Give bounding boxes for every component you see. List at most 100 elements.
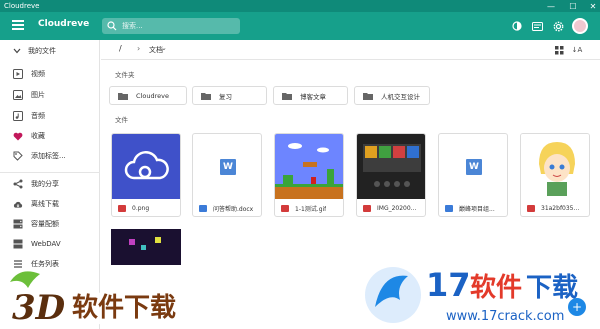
file-thumbnail-partial[interactable] — [111, 229, 181, 265]
sidebar-item-label: 容量配额 — [31, 220, 59, 228]
svg-text:软件: 软件 — [470, 273, 522, 303]
search-icon — [107, 21, 117, 31]
theme-toggle-icon[interactable] — [510, 19, 524, 33]
hamburger-menu-icon[interactable] — [12, 20, 24, 32]
svg-text:软件下载: 软件下载 — [72, 293, 176, 323]
upload-queue-icon[interactable] — [530, 19, 544, 33]
cloud-download-icon — [13, 199, 23, 209]
chevron-right-icon: › — [137, 44, 141, 53]
search-input[interactable] — [122, 20, 232, 32]
file-card[interactable]: W 巅峰项目组... — [438, 133, 508, 217]
file-thumbnail — [275, 134, 343, 199]
sidebar-item-my-files[interactable]: 我的文件 — [0, 42, 100, 60]
sidebar-item-image[interactable]: 图片 — [0, 86, 100, 104]
svg-text:下载: 下载 — [526, 273, 578, 303]
image-file-icon — [281, 205, 289, 212]
file-card-footer: 0.png — [112, 199, 180, 216]
audio-icon — [13, 111, 23, 121]
app-title: Cloudreve — [38, 19, 90, 29]
sidebar-item-my-shares[interactable]: 我的分享 — [0, 175, 100, 193]
folder-name: 博客文章 — [300, 92, 326, 101]
storage-icon — [13, 219, 23, 229]
folder-item[interactable]: 复习 — [192, 86, 267, 105]
sidebar-item-label: 图片 — [31, 91, 45, 99]
file-name: 巅峰项目组... — [459, 206, 495, 213]
folder-item[interactable]: Cloudreve — [109, 86, 187, 105]
folder-name: Cloudreve — [136, 91, 169, 100]
file-name: 31a2bf035... — [541, 205, 580, 212]
file-card[interactable]: 31a2bf035... — [520, 133, 590, 217]
webdav-icon — [13, 239, 23, 249]
share-icon — [13, 179, 23, 189]
watermark-3d-logo: 3D 软件下载 — [4, 271, 226, 328]
sidebar-item-label: 收藏 — [31, 132, 45, 140]
settings-gear-icon[interactable] — [551, 19, 565, 33]
sidebar-item-label: 我的文件 — [28, 47, 56, 55]
folder-name: 人机交互设计 — [381, 92, 420, 101]
image-file-icon — [527, 205, 535, 212]
file-card[interactable]: IMG_20200... — [356, 133, 426, 217]
sidebar-item-storage-quota[interactable]: 容量配额 — [0, 215, 100, 233]
folder-item[interactable]: 人机交互设计 — [354, 86, 430, 105]
sidebar-divider — [0, 172, 100, 173]
files-section-label: 文件 — [115, 116, 128, 124]
image-file-icon — [363, 205, 371, 212]
svg-text:www.17crack.com: www.17crack.com — [446, 309, 564, 324]
chevron-down-icon[interactable]: ⌄ — [161, 44, 167, 52]
breadcrumb-root[interactable]: / — [119, 44, 122, 53]
folder-icon — [118, 92, 128, 100]
heart-icon — [13, 131, 23, 141]
app-bar: Cloudreve — [0, 12, 600, 40]
file-name: IMG_20200... — [377, 205, 417, 212]
document-file-icon — [445, 205, 453, 212]
file-thumbnail — [112, 134, 180, 199]
svg-text:17: 17 — [426, 266, 471, 304]
file-card-footer: IMG_20200... — [357, 199, 425, 216]
sidebar-item-label: 音频 — [31, 112, 45, 120]
document-file-icon — [199, 205, 207, 212]
file-name: 1-1测试.gif — [295, 206, 327, 213]
word-document-icon: W — [220, 159, 236, 175]
window-titlebar: Cloudreve — [0, 0, 600, 12]
grid-view-icon[interactable] — [553, 44, 565, 56]
window-minimize-button[interactable]: — — [540, 0, 562, 12]
file-name: 问答帮助.docx — [213, 206, 254, 213]
image-file-icon — [118, 205, 126, 212]
folder-item[interactable]: 博客文章 — [273, 86, 348, 105]
sidebar-item-offline-download[interactable]: 离线下载 — [0, 195, 100, 213]
sidebar-item-add-tag[interactable]: 添加标签... — [0, 147, 100, 165]
window-maximize-button[interactable]: ☐ — [562, 0, 584, 12]
file-card[interactable]: 1-1测试.gif — [274, 133, 344, 217]
file-card[interactable]: W 问答帮助.docx — [192, 133, 262, 217]
app-window: Cloudreve — ☐ ✕ Cloudreve 我的文件 视频 — [0, 0, 600, 329]
file-card-footer: 1-1测试.gif — [275, 199, 343, 216]
sidebar-item-label: 离线下载 — [31, 200, 59, 208]
window-title: Cloudreve — [4, 2, 40, 10]
file-card-footer: 问答帮助.docx — [193, 199, 261, 216]
sidebar-item-label: 我的分享 — [31, 180, 59, 188]
window-close-button[interactable]: ✕ — [582, 0, 600, 12]
folder-icon — [201, 92, 211, 100]
sidebar-item-webdav[interactable]: WebDAV — [0, 235, 100, 253]
sidebar-item-video[interactable]: 视频 — [0, 65, 100, 83]
file-thumbnail: W — [439, 134, 507, 199]
user-avatar[interactable] — [572, 18, 588, 34]
tag-icon — [13, 151, 23, 161]
sidebar-item-favorites[interactable]: 收藏 — [0, 127, 100, 145]
file-name: 0.png — [132, 205, 150, 212]
watermark-17crack-logo: 17 软件 下载 www.17crack.com — [365, 266, 578, 324]
image-icon — [13, 90, 23, 100]
video-icon — [13, 69, 23, 79]
sidebar-item-audio[interactable]: 音频 — [0, 107, 100, 125]
chevron-down-icon[interactable] — [12, 46, 22, 56]
breadcrumb: / › 文档 ⌄ ↓A — [101, 40, 600, 60]
sidebar-item-label: 添加标签... — [31, 152, 66, 160]
sort-icon[interactable]: ↓A — [571, 44, 583, 56]
folder-icon — [282, 92, 292, 100]
file-card[interactable]: 0.png — [111, 133, 181, 217]
search-box[interactable] — [102, 18, 240, 34]
folders-section-label: 文件夹 — [115, 71, 135, 79]
file-thumbnail — [357, 134, 425, 199]
sidebar-item-label: WebDAV — [31, 240, 61, 248]
file-card-footer: 巅峰项目组... — [439, 199, 507, 216]
